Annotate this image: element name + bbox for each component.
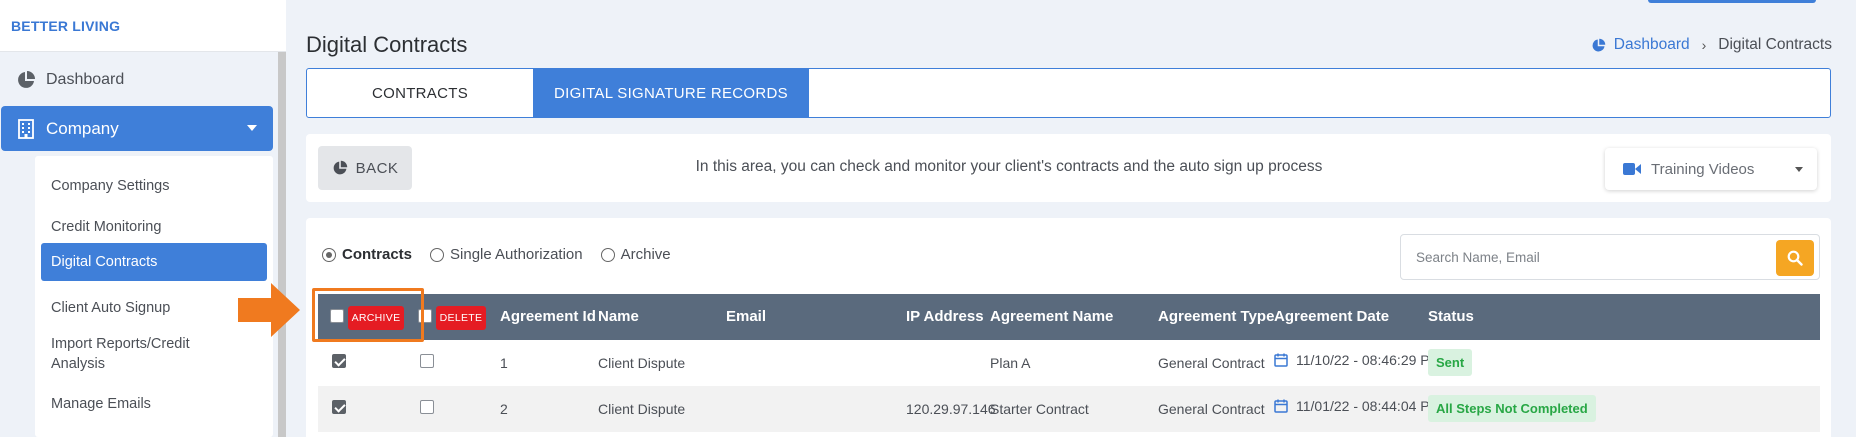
radio-selected-icon xyxy=(322,247,336,262)
column-header-email[interactable]: Email xyxy=(726,308,766,325)
submenu-credit-monitoring[interactable]: Credit Monitoring xyxy=(41,211,267,243)
column-header-ip-address[interactable]: IP Address xyxy=(906,308,984,325)
radio-single-authorization[interactable]: Single Authorization xyxy=(430,246,583,263)
training-videos-dropdown[interactable]: Training Videos xyxy=(1605,148,1817,190)
date-text: 11/10/22 - 08:46:29 PM xyxy=(1296,352,1442,368)
radio-label: Single Authorization xyxy=(450,246,583,263)
sidebar-item-dashboard[interactable]: Dashboard xyxy=(16,66,124,94)
submenu-company-settings[interactable]: Company Settings xyxy=(41,170,267,202)
delete-button[interactable]: DELETE xyxy=(436,306,486,330)
table-row: 2 Client Dispute 120.29.97.146 Starter C… xyxy=(318,386,1820,432)
sidebar-scrollbar[interactable] xyxy=(278,52,286,437)
search-box xyxy=(1400,234,1820,280)
cell-ip-address: 120.29.97.146 xyxy=(906,401,996,417)
cell-agreement-id: 1 xyxy=(500,355,508,371)
filter-radio-group: Contracts Single Authorization Archive xyxy=(322,246,689,263)
column-header-name[interactable]: Name xyxy=(598,308,639,325)
cell-agreement-name: Plan A xyxy=(990,355,1031,371)
radio-label: Contracts xyxy=(342,246,413,263)
submenu-import-reports[interactable]: Import Reports/Credit Analysis xyxy=(41,332,241,376)
page-title: Digital Contracts xyxy=(306,32,468,57)
tab-bar: CONTRACTS DIGITAL SIGNATURE RECORDS xyxy=(306,68,1831,118)
search-button[interactable] xyxy=(1776,240,1814,276)
cell-agreement-type: General Contract xyxy=(1158,401,1265,417)
radio-contracts[interactable]: Contracts xyxy=(322,246,412,263)
row-archive-checkbox[interactable] xyxy=(332,354,346,368)
table-row: 1 Client Dispute Plan A General Contract… xyxy=(318,340,1820,386)
column-header-agreement-date[interactable]: Agreement Date xyxy=(1274,308,1389,325)
breadcrumb-current: Digital Contracts xyxy=(1718,36,1832,53)
chevron-down-icon xyxy=(247,125,257,131)
sidebar-item-label: Company xyxy=(46,118,119,138)
sidebar-item-company[interactable]: Company xyxy=(1,106,273,151)
pie-chart-icon xyxy=(18,71,35,88)
column-header-agreement-type[interactable]: Agreement Type xyxy=(1158,308,1274,325)
date-text: 11/01/22 - 08:44:04 PM xyxy=(1296,398,1442,414)
calendar-icon xyxy=(1274,399,1288,413)
cell-name: Client Dispute xyxy=(598,355,686,371)
radio-label: Archive xyxy=(620,246,671,263)
training-videos-label: Training Videos xyxy=(1651,160,1755,178)
row-delete-checkbox[interactable] xyxy=(420,354,434,368)
sidebar-item-label: Dashboard xyxy=(46,71,125,88)
column-header-agreement-name[interactable]: Agreement Name xyxy=(990,308,1113,325)
records-table-card: Contracts Single Authorization Archive A… xyxy=(306,218,1831,437)
cell-agreement-type: General Contract xyxy=(1158,355,1265,371)
radio-unselected-icon xyxy=(600,247,615,262)
column-header-status[interactable]: Status xyxy=(1428,308,1474,325)
search-icon xyxy=(1787,250,1803,266)
cell-name: Client Dispute xyxy=(598,401,686,417)
row-delete-checkbox[interactable] xyxy=(420,400,434,414)
breadcrumb: Dashboard › Digital Contracts xyxy=(1591,36,1832,54)
tab-contracts[interactable]: CONTRACTS xyxy=(307,69,533,117)
info-bar: BACK In this area, you can check and mon… xyxy=(306,134,1831,202)
status-badge: Sent xyxy=(1428,349,1473,376)
breadcrumb-home-link[interactable]: Dashboard xyxy=(1614,36,1690,54)
table-header: ARCHIVE DELETE Agreement Id Name Email I… xyxy=(318,294,1820,340)
video-camera-icon xyxy=(1623,163,1641,175)
info-description: In this area, you can check and monitor … xyxy=(695,158,1323,175)
calendar-icon xyxy=(1274,353,1288,367)
archive-highlight-box xyxy=(312,288,424,342)
submenu-client-auto-signup[interactable]: Client Auto Signup xyxy=(41,292,267,324)
arrow-right-icon xyxy=(238,283,300,337)
column-header-agreement-id[interactable]: Agreement Id xyxy=(500,308,596,325)
cell-agreement-name: Starter Contract xyxy=(990,401,1089,417)
building-icon xyxy=(18,118,34,139)
radio-archive[interactable]: Archive xyxy=(600,246,671,263)
submenu-manage-emails[interactable]: Manage Emails xyxy=(41,388,267,420)
radio-unselected-icon xyxy=(430,247,445,262)
search-input[interactable] xyxy=(1402,236,1768,278)
tab-digital-signature-records[interactable]: DIGITAL SIGNATURE RECORDS xyxy=(533,69,809,117)
top-accent-bar xyxy=(1648,0,1816,3)
chevron-right-icon: › xyxy=(1701,37,1707,53)
row-archive-checkbox[interactable] xyxy=(332,400,346,414)
cell-agreement-date: 11/10/22 - 08:46:29 PM xyxy=(1274,352,1441,368)
pie-chart-icon xyxy=(1592,38,1606,51)
brand-logo[interactable]: BETTER LIVING xyxy=(0,0,286,52)
cell-agreement-date: 11/01/22 - 08:44:04 PM xyxy=(1274,398,1441,414)
chevron-down-icon xyxy=(1795,167,1803,172)
sidebar: BETTER LIVING Dashboard Company Company … xyxy=(0,0,286,437)
cell-agreement-id: 2 xyxy=(500,401,508,417)
status-badge: All Steps Not Completed xyxy=(1428,395,1596,422)
submenu-digital-contracts[interactable]: Digital Contracts xyxy=(41,243,267,281)
